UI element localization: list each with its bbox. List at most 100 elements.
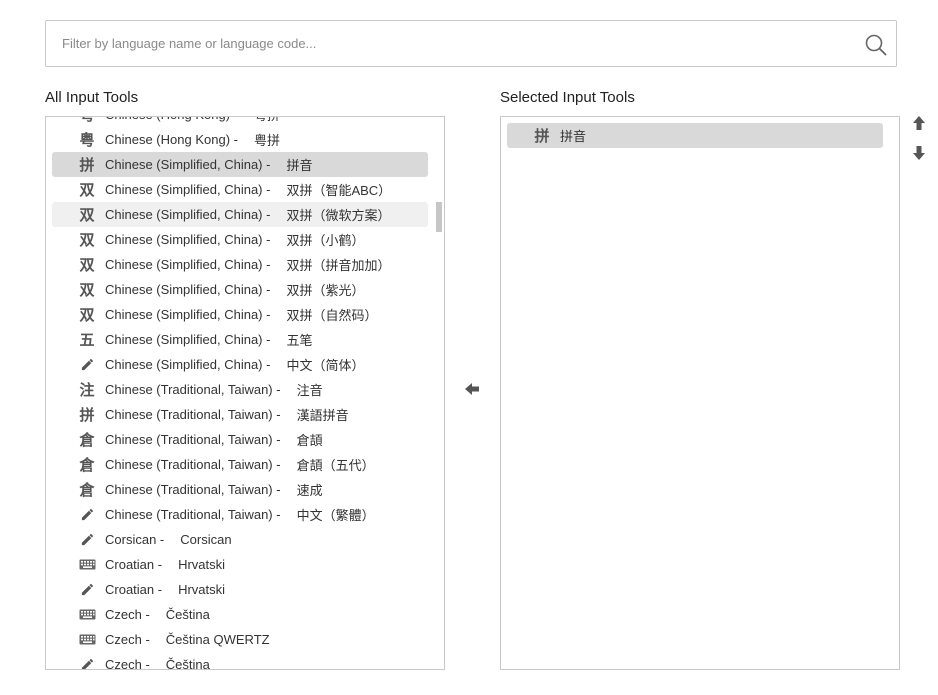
input-tool-native-name: Čeština xyxy=(165,607,210,622)
shuang-glyph-icon: 双 xyxy=(79,206,95,224)
pin-glyph-icon: 拼 xyxy=(79,156,95,174)
input-tool-language: Chinese (Hong Kong) - xyxy=(105,132,238,147)
input-tool-language: Chinese (Traditional, Taiwan) - xyxy=(105,457,281,472)
all-input-tools-title: All Input Tools xyxy=(45,89,139,106)
input-tool-native-name: 速成 xyxy=(296,483,323,498)
input-tool-language: Chinese (Hong Kong) - xyxy=(105,117,238,122)
input-tool-language: Chinese (Traditional, Taiwan) - xyxy=(105,432,281,447)
input-tool-native-name: 粤拼 xyxy=(253,133,280,148)
pencil-icon xyxy=(78,582,96,597)
pin-glyph-icon: 拼 xyxy=(534,127,550,145)
pencil-icon xyxy=(78,657,96,669)
input-tool-native-name: 拼音 xyxy=(286,158,313,173)
input-tool-language: Czech - xyxy=(105,632,150,647)
arrow-down-icon xyxy=(913,146,925,160)
shuang-glyph-icon: 双 xyxy=(79,231,95,249)
input-tool-language: Chinese (Simplified, China) - xyxy=(105,157,271,172)
keyboard-icon xyxy=(78,634,96,645)
input-tool-language: Chinese (Simplified, China) - xyxy=(105,232,271,247)
input-tool-row[interactable]: Czech - Čeština QWERTZ xyxy=(52,627,428,652)
input-tool-language: Croatian - xyxy=(105,582,163,597)
input-tool-native-name: Čeština xyxy=(165,657,210,670)
search-icon[interactable] xyxy=(865,34,887,56)
input-tool-language: Czech - xyxy=(105,657,150,670)
pencil-icon xyxy=(78,507,96,522)
input-tool-row[interactable]: 五 Chinese (Simplified, China) - 五笔 xyxy=(52,327,428,352)
input-tool-native-name: 注音 xyxy=(296,383,323,398)
input-tool-language: Chinese (Traditional, Taiwan) - xyxy=(105,507,281,522)
input-tool-row[interactable]: 拼 Chinese (Traditional, Taiwan) - 漢語拼音 xyxy=(52,402,428,427)
search-box[interactable] xyxy=(45,20,897,67)
pencil-icon xyxy=(78,532,96,547)
input-tool-native-name: Čeština QWERTZ xyxy=(165,632,270,647)
input-tool-native-name: 双拼（智能ABC） xyxy=(286,183,392,198)
yue-glyph-icon: 粤 xyxy=(78,117,96,125)
input-tool-native-name: 五笔 xyxy=(286,333,313,348)
input-tool-row[interactable]: Czech - Čeština xyxy=(52,652,428,670)
input-tool-language: Chinese (Simplified, China) - xyxy=(105,207,271,222)
input-tool-native-name: 双拼（小鹤） xyxy=(286,233,365,248)
input-tool-row[interactable]: 双 Chinese (Simplified, China) - 双拼（拼音加加） xyxy=(52,252,428,277)
input-tool-row[interactable]: Corsican - Corsican xyxy=(52,527,428,552)
pin-glyph-icon: 拼 xyxy=(79,406,95,424)
input-tool-row[interactable]: 双 Chinese (Simplified, China) - 双拼（紫光） xyxy=(52,277,428,302)
input-tool-row[interactable]: 倉 Chinese (Traditional, Taiwan) - 倉頡 xyxy=(52,427,428,452)
selected-input-tools-rows: 拼拼音 xyxy=(507,123,883,148)
input-tool-native-name: 双拼（拼音加加） xyxy=(286,258,391,273)
pencil-icon xyxy=(78,357,96,372)
input-tool-row[interactable]: 粤 Chinese (Hong Kong) - 粤拼 xyxy=(52,117,428,127)
input-tool-language: Chinese (Traditional, Taiwan) - xyxy=(105,407,281,422)
input-tool-row[interactable]: 倉 Chinese (Traditional, Taiwan) - 速成 xyxy=(52,477,428,502)
input-tool-language: Czech - xyxy=(105,607,150,622)
input-tool-native-name: Corsican xyxy=(180,532,232,547)
input-tool-native-name: 双拼（紫光） xyxy=(286,283,365,298)
input-tool-row[interactable]: 拼 Chinese (Simplified, China) - 拼音 xyxy=(52,152,428,177)
keyboard-icon xyxy=(78,609,96,620)
selected-input-tools-title: Selected Input Tools xyxy=(500,89,635,106)
shuang-glyph-icon: 双 xyxy=(79,306,95,324)
cang-glyph-icon: 倉 xyxy=(79,456,95,474)
input-tool-row[interactable]: 双 Chinese (Simplified, China) - 双拼（微软方案） xyxy=(52,202,428,227)
all-input-tools-rows: 粤 Chinese (Hong Kong) - 粤拼 粤 Chinese (Hong K… xyxy=(52,117,428,670)
all-input-tools-list[interactable]: 粤 Chinese (Hong Kong) - 粤拼 粤 Chinese (Hong K… xyxy=(45,116,445,670)
wu-glyph-icon: 五 xyxy=(79,331,95,349)
selected-input-tools-list[interactable]: 拼拼音 xyxy=(500,116,900,670)
input-tool-row[interactable]: 双 Chinese (Simplified, China) - 双拼（自然码） xyxy=(52,302,428,327)
cang-glyph-icon: 倉 xyxy=(79,431,95,449)
arrow-up-icon xyxy=(913,116,925,130)
selected-tool-native-name: 拼音 xyxy=(560,129,587,144)
input-tool-row[interactable]: 双 Chinese (Simplified, China) - 双拼（智能ABC） xyxy=(52,177,428,202)
input-tool-row[interactable]: 倉 Chinese (Traditional, Taiwan) - 倉頡（五代） xyxy=(52,452,428,477)
input-tool-native-name: 中文（繁體） xyxy=(296,508,375,523)
input-tool-language: Chinese (Traditional, Taiwan) - xyxy=(105,482,281,497)
input-tool-language: Chinese (Simplified, China) - xyxy=(105,182,271,197)
input-tool-row[interactable]: Czech - Čeština xyxy=(52,602,428,627)
selected-tool-row[interactable]: 拼拼音 xyxy=(507,123,883,148)
move-down-button[interactable] xyxy=(910,144,928,162)
move-up-button[interactable] xyxy=(910,114,928,132)
input-tool-language: Chinese (Simplified, China) - xyxy=(105,307,271,322)
input-tool-row[interactable]: 双 Chinese (Simplified, China) - 双拼（小鹤） xyxy=(52,227,428,252)
search-input[interactable] xyxy=(62,21,852,66)
input-tool-row[interactable]: Chinese (Traditional, Taiwan) - 中文（繁體） xyxy=(52,502,428,527)
input-tool-language: Chinese (Simplified, China) - xyxy=(105,257,271,272)
remove-from-selected-button[interactable] xyxy=(463,380,481,398)
input-tool-language: Chinese (Traditional, Taiwan) - xyxy=(105,382,281,397)
input-tool-row[interactable]: Croatian - Hrvatski xyxy=(52,552,428,577)
input-tool-row[interactable]: Croatian - Hrvatski xyxy=(52,577,428,602)
cang-glyph-icon: 倉 xyxy=(79,481,95,499)
yue-glyph-icon: 粤 xyxy=(79,131,95,149)
input-tool-native-name: 双拼（自然码） xyxy=(286,308,378,323)
keyboard-icon xyxy=(78,559,96,570)
input-tool-native-name: Hrvatski xyxy=(178,582,226,597)
input-tool-row[interactable]: Chinese (Simplified, China) - 中文（简体） xyxy=(52,352,428,377)
shuang-glyph-icon: 双 xyxy=(79,256,95,274)
input-tool-native-name: Hrvatski xyxy=(178,557,226,572)
shuang-glyph-icon: 双 xyxy=(79,181,95,199)
input-tool-row[interactable]: 注 Chinese (Traditional, Taiwan) - 注音 xyxy=(52,377,428,402)
input-tool-native-name: 倉頡 xyxy=(296,433,323,448)
list-scrollbar-thumb[interactable] xyxy=(436,202,442,232)
input-tool-row[interactable]: 粤 Chinese (Hong Kong) - 粤拼 xyxy=(52,127,428,152)
input-tool-native-name: 漢語拼音 xyxy=(296,408,349,423)
input-tool-native-name: 双拼（微软方案） xyxy=(286,208,391,223)
